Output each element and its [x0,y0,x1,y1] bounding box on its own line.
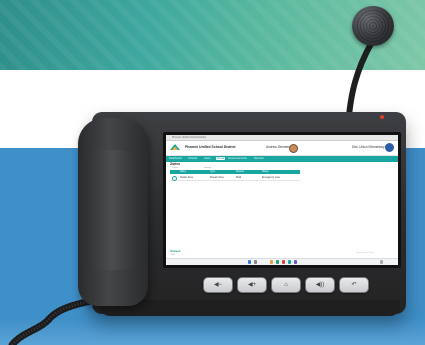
app-icon[interactable] [288,260,292,264]
row-info-icon[interactable] [172,175,177,181]
district-logo-icon [170,144,180,150]
column-header-name[interactable]: Name [180,171,186,173]
column-header-type[interactable]: Type [210,171,215,173]
nav-item-announcements[interactable]: Announcements [228,157,247,160]
nav-item-records[interactable]: Records [254,157,264,160]
table-header: Name Type Devices Status [170,170,300,174]
cell-type: Stream Zone [210,176,224,179]
microphone-head-icon [352,6,394,46]
folder-icon[interactable] [270,260,274,264]
start-icon[interactable] [248,260,252,264]
cell-devices: Multi [236,176,242,179]
handset-grip [86,150,138,270]
column-header-devices[interactable]: Devices [236,171,244,173]
background-bottom-band [0,318,425,345]
footer-links[interactable]: Privacy Policy | Terms [356,252,374,254]
app-header: Phoenix Unified School District Andrew Z… [166,141,398,156]
table-row[interactable]: Stefan Zone Stream Zone Multi Emergency … [170,175,300,181]
app-icon[interactable] [282,260,286,264]
nav-item-dashboard[interactable]: Dashboard [169,157,182,160]
back-button[interactable]: ↶ [339,277,369,293]
main-nav: Dashboard Schools Users Zones Announceme… [166,156,398,162]
nav-item-users[interactable]: Users [204,157,211,160]
column-header-status[interactable]: Status [262,171,269,173]
user-avatar[interactable] [289,144,298,153]
nav-item-zones[interactable]: Zones [216,157,226,161]
touch-screen[interactable]: Phoenix Unified School District Phoenix … [163,132,401,268]
organization-name[interactable]: Dist. Union Elementary [352,145,385,149]
organization-avatar[interactable] [385,143,394,152]
status-led-icon [380,115,384,119]
cell-status: Emergency zone [262,176,280,179]
home-button[interactable]: ⌂ [271,277,301,293]
intercom-device-base [100,300,400,316]
cell-name: Stefan Zone [180,176,194,179]
browser-tab-title[interactable]: Phoenix Unified School District [172,136,206,139]
search-icon[interactable] [254,260,258,264]
browser-icon[interactable] [276,260,280,264]
footer-copyright: ©2025 [170,254,176,256]
volume-up-button[interactable]: ◀+ [237,277,267,293]
app-title: Phoenix Unified School District [185,145,236,149]
os-taskbar [166,258,398,265]
nav-item-schools[interactable]: Schools [188,157,197,160]
app-icon[interactable] [294,260,298,264]
subtab-zones[interactable]: Zones [172,167,178,169]
page-title: Zones [170,162,180,166]
footer-brand: Onetech [170,250,181,253]
volume-down-button[interactable]: ◀− [203,277,233,293]
speaker-button[interactable]: ◀)) [305,277,335,293]
subtab-groups[interactable]: Groups [204,167,211,169]
system-tray-icon[interactable] [380,260,384,264]
